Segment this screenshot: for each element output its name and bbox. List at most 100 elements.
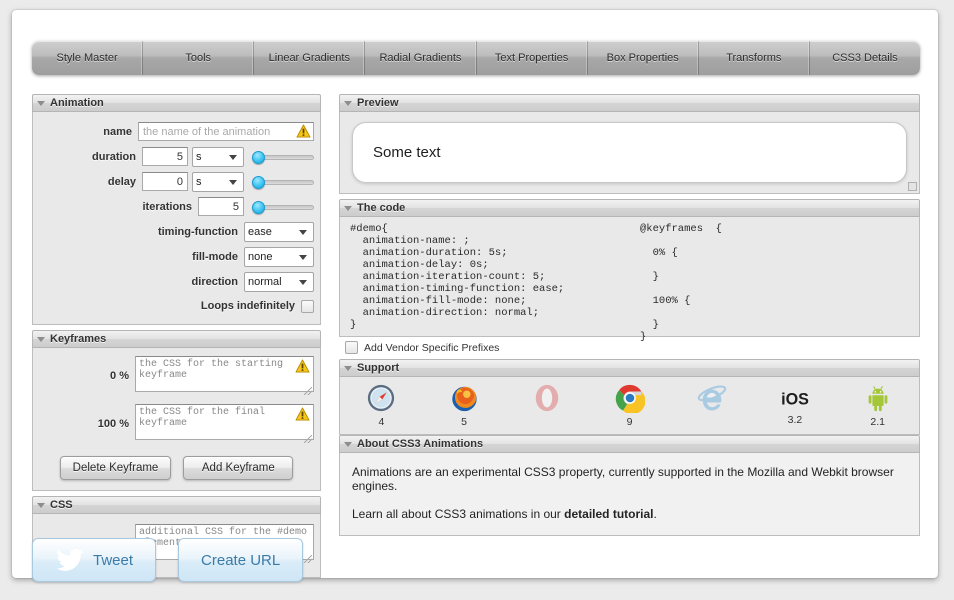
code-keyframes-rules: @keyframes { 0% { } 100% { } } xyxy=(640,223,919,343)
nav-tab-label: CSS3 Details xyxy=(832,52,897,64)
slider-knob[interactable] xyxy=(252,151,265,164)
browser-version: 5 xyxy=(461,416,467,428)
code-panel-body: #demo{ animation-name: ; animation-durat… xyxy=(339,217,920,337)
about-text-after: . xyxy=(653,507,656,521)
nav-tab-transforms[interactable]: Transforms xyxy=(699,41,810,75)
resize-grip-icon[interactable] xyxy=(908,182,917,191)
nav-tab-style-master[interactable]: Style Master xyxy=(32,41,143,75)
animation-duration-row: duration sms xyxy=(33,146,320,167)
animation-name-input[interactable] xyxy=(138,122,314,141)
animation-timing-function-select[interactable]: easelinearease-inease-outease-in-outcubi… xyxy=(244,222,314,242)
keyframe-row: 100 % xyxy=(33,404,320,445)
animation-delay-row: delay sms xyxy=(33,171,320,192)
nav-tab-label: Radial Gradients xyxy=(379,52,461,64)
browser-support-firefox: 5 xyxy=(423,383,506,428)
animation-panel-body: name duration sms xyxy=(32,112,321,325)
preview-panel-body: Some text xyxy=(339,112,920,194)
nav-tab-box-properties[interactable]: Box Properties xyxy=(588,41,699,75)
keyframe-buttons: Delete Keyframe Add Keyframe xyxy=(33,452,320,490)
detailed-tutorial-link[interactable]: detailed tutorial xyxy=(564,507,653,521)
nav-tab-radial-gradients[interactable]: Radial Gradients xyxy=(365,41,476,75)
vendor-prefix-checkbox[interactable] xyxy=(345,341,358,354)
css-panel-header[interactable]: CSS xyxy=(32,496,321,514)
browser-support-safari: 4 xyxy=(340,383,423,428)
svg-text:iOS: iOS xyxy=(781,391,809,409)
code-panel-title: The code xyxy=(357,202,405,214)
support-panel-body: 4 5 xyxy=(339,377,920,435)
animation-direction-row: direction normalalternatereversealternat… xyxy=(33,271,320,292)
code-column-demo: #demo{ animation-name: ; animation-durat… xyxy=(340,223,632,336)
chevron-down-icon xyxy=(344,366,352,371)
keyframe-percent-label: 0 % xyxy=(110,370,129,382)
animation-fill-mode-label: fill-mode xyxy=(192,251,238,263)
animation-delay-unit-select[interactable]: sms xyxy=(192,172,244,192)
preview-panel-title: Preview xyxy=(357,97,399,109)
safari-icon xyxy=(366,383,396,413)
browser-version: 9 xyxy=(627,416,633,428)
loops-indefinitely-row: Loops indefinitely xyxy=(33,296,320,316)
animation-delay-input[interactable] xyxy=(142,172,188,191)
animation-iterations-slider[interactable] xyxy=(252,198,314,216)
about-paragraph-1: Animations are an experimental CSS3 prop… xyxy=(352,465,907,493)
animation-duration-input[interactable] xyxy=(142,147,188,166)
keyframe-100-textarea[interactable] xyxy=(135,404,314,440)
nav-tab-label: Transforms xyxy=(726,52,781,64)
nav-tab-linear-gradients[interactable]: Linear Gradients xyxy=(254,41,365,75)
nav-tab-text-properties[interactable]: Text Properties xyxy=(477,41,588,75)
keyframes-panel-title: Keyframes xyxy=(50,333,106,345)
animation-duration-slider[interactable] xyxy=(252,148,314,166)
direction-wrap: normalalternatereversealternate-reverse xyxy=(244,272,314,292)
tweet-button-label: Tweet xyxy=(93,552,133,569)
delete-keyframe-button[interactable]: Delete Keyframe xyxy=(60,456,172,480)
nav-tab-label: Linear Gradients xyxy=(269,52,350,64)
animation-name-row: name xyxy=(33,121,320,142)
support-panel-header[interactable]: Support xyxy=(339,359,920,377)
browser-support-ios: iOS 3.2 xyxy=(754,383,837,426)
delay-unit-wrap: sms xyxy=(192,172,244,192)
about-text-before: Learn all about CSS3 animations in our xyxy=(352,507,564,521)
nav-tab-tools[interactable]: Tools xyxy=(143,41,254,75)
animation-fill-mode-select[interactable]: noneforwardsbackwardsboth xyxy=(244,247,314,267)
tweet-button[interactable]: Tweet xyxy=(32,538,156,582)
create-url-button-label: Create URL xyxy=(201,552,280,569)
browser-support-internet-explorer xyxy=(671,383,754,416)
animation-direction-select[interactable]: normalalternatereversealternate-reverse xyxy=(244,272,314,292)
about-panel-body: Animations are an experimental CSS3 prop… xyxy=(339,453,920,536)
internet-explorer-icon xyxy=(697,383,727,413)
animation-name-field-wrap xyxy=(138,122,314,142)
about-panel-header[interactable]: About CSS3 Animations xyxy=(339,435,920,453)
animation-delay-label: delay xyxy=(108,176,136,188)
keyframe-row: 0 % xyxy=(33,356,320,397)
keyframes-panel-body: 0 % 100 % xyxy=(32,348,321,491)
browser-support-opera xyxy=(505,383,588,416)
animation-iterations-row: iterations xyxy=(33,196,320,217)
keyframes-panel-header[interactable]: Keyframes xyxy=(32,330,321,348)
preview-panel-header[interactable]: Preview xyxy=(339,94,920,112)
footer-actions: Tweet Create URL xyxy=(32,538,303,582)
animation-iterations-input[interactable] xyxy=(198,197,244,216)
about-paragraph-2: Learn all about CSS3 animations in our d… xyxy=(352,507,907,521)
chrome-icon xyxy=(615,383,645,413)
animation-duration-unit-select[interactable]: sms xyxy=(192,147,244,167)
animation-panel-header[interactable]: Animation xyxy=(32,94,321,112)
browser-support-chrome: 9 xyxy=(588,383,671,428)
animation-fill-mode-row: fill-mode noneforwardsbackwardsboth xyxy=(33,246,320,267)
slider-knob[interactable] xyxy=(252,176,265,189)
preview-demo-text: Some text xyxy=(373,144,441,161)
add-keyframe-button[interactable]: Add Keyframe xyxy=(183,456,293,480)
keyframe-0-textarea[interactable] xyxy=(135,356,314,392)
nav-tab-label: Style Master xyxy=(56,52,117,64)
left-column: Animation name duration sms xyxy=(32,94,321,578)
loops-indefinitely-checkbox[interactable] xyxy=(301,300,314,313)
animation-delay-slider[interactable] xyxy=(252,173,314,191)
create-url-button[interactable]: Create URL xyxy=(178,538,303,582)
animation-panel-title: Animation xyxy=(50,97,104,109)
browser-version: 2.1 xyxy=(870,416,885,428)
nav-tab-label: Tools xyxy=(185,52,211,64)
code-panel-header[interactable]: The code xyxy=(339,199,920,217)
code-demo-rules: #demo{ animation-name: ; animation-durat… xyxy=(350,223,632,331)
slider-knob[interactable] xyxy=(252,201,265,214)
main-navigation: Style Master Tools Linear Gradients Radi… xyxy=(32,41,920,75)
duration-unit-wrap: sms xyxy=(192,147,244,167)
nav-tab-css3-details[interactable]: CSS3 Details xyxy=(810,41,920,75)
